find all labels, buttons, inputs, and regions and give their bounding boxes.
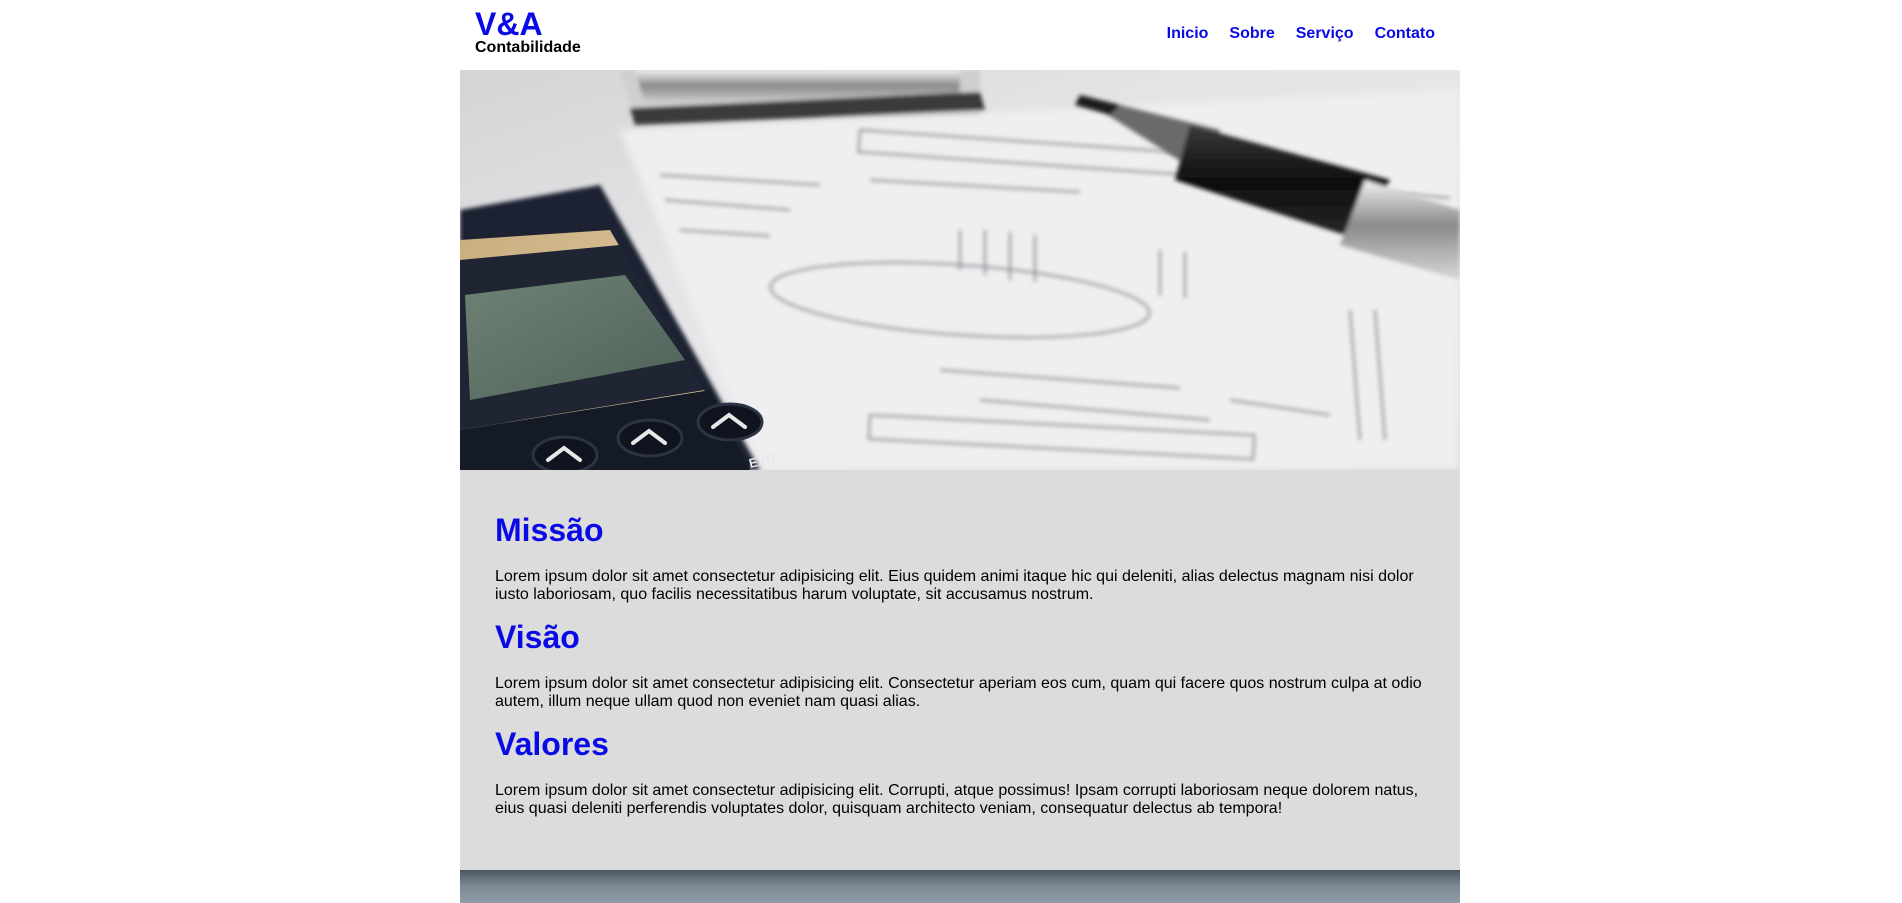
section-text-valores: Lorem ipsum dolor sit amet consectetur a… [495,782,1419,817]
hero-illustration: EXIT [460,70,1460,470]
logo-subtitle: Contabilidade [475,39,581,56]
hero-image: EXIT [460,70,1460,470]
content-section: Missão Lorem ipsum dolor sit amet consec… [460,470,1460,870]
section-text-visao: Lorem ipsum dolor sit amet consectetur a… [495,675,1422,710]
footer-image-strip [460,870,1460,903]
section-text-missao: Lorem ipsum dolor sit amet consectetur a… [495,568,1414,603]
nav-link-servico[interactable]: Serviço [1296,24,1354,44]
nav-link-contato[interactable]: Contato [1375,24,1435,44]
page: V&A Contabilidade Inicio Sobre Serviço C… [460,0,1460,903]
logo-title: V&A [475,6,543,42]
site-header: V&A Contabilidade Inicio Sobre Serviço C… [460,0,1460,70]
nav-link-sobre[interactable]: Sobre [1229,24,1274,44]
section-heading-valores: Valores [495,726,609,762]
main-nav: Inicio Sobre Serviço Contato [1146,24,1435,44]
section-heading-visao: Visão [495,619,580,655]
nav-link-inicio[interactable]: Inicio [1167,24,1209,44]
section-heading-missao: Missão [495,512,604,548]
logo[interactable]: V&A Contabilidade [475,6,581,57]
